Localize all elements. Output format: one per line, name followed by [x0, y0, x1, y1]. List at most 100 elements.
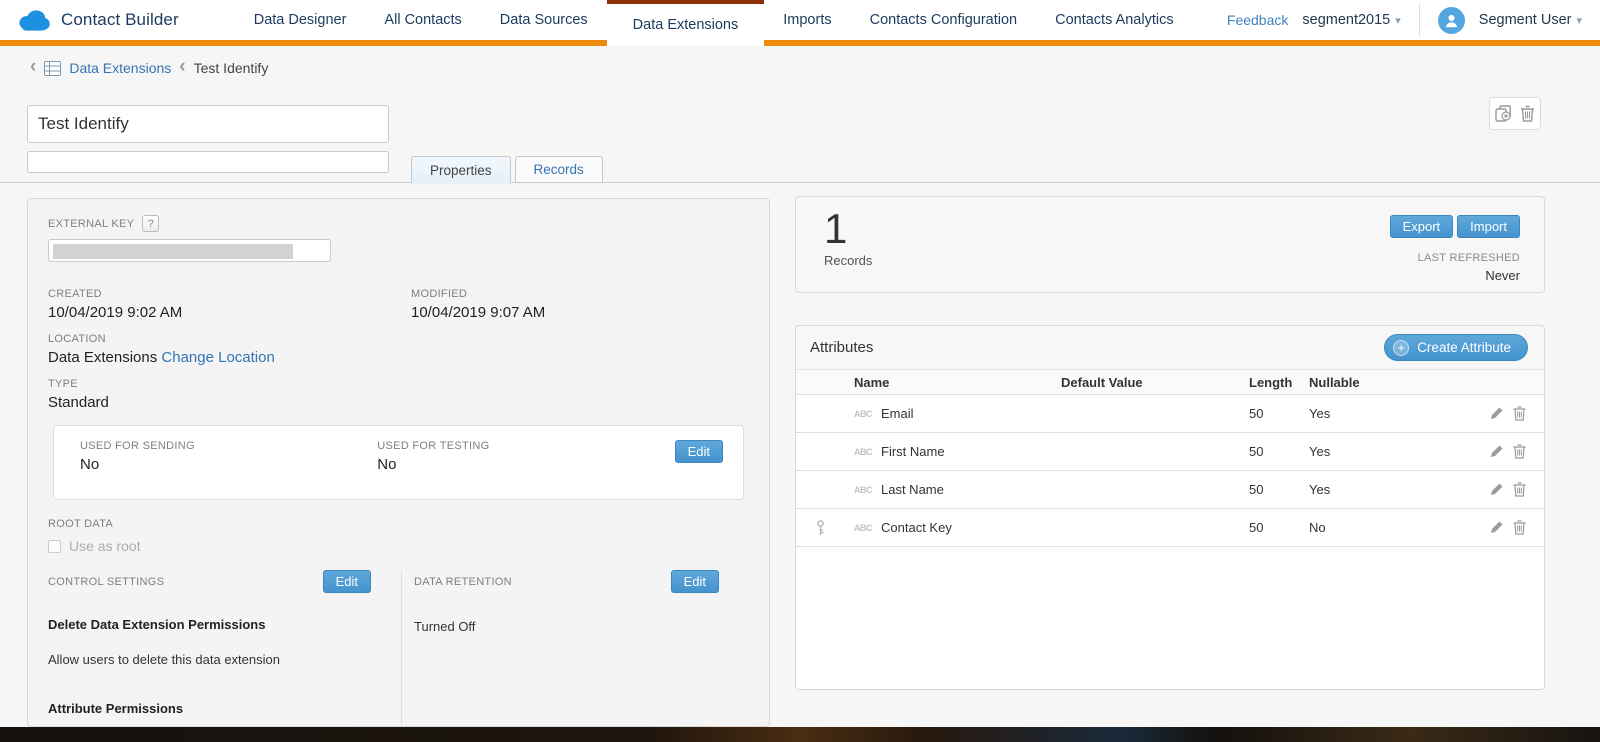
nav-item-data-sources[interactable]: Data Sources: [481, 0, 607, 40]
text-type-icon: ABC: [854, 523, 872, 533]
edit-control-settings-button[interactable]: Edit: [323, 570, 371, 593]
edit-pencil-icon[interactable]: [1490, 482, 1504, 497]
nav-accent-bar: [0, 40, 1600, 46]
column-name: Name: [854, 375, 1061, 390]
last-refreshed-label: LAST REFRESHED: [1390, 252, 1520, 264]
user-icon: [1443, 12, 1460, 29]
attribute-name: Email: [881, 406, 914, 421]
help-icon[interactable]: ?: [142, 215, 159, 232]
nav-item-data-extensions[interactable]: Data Extensions: [607, 0, 765, 46]
external-key-label: EXTERNAL KEY: [48, 218, 134, 230]
used-for-sending-value: No: [80, 456, 377, 473]
chevron-down-icon: ▾: [1395, 14, 1401, 27]
edit-pencil-icon[interactable]: [1490, 520, 1504, 535]
delete-trash-icon[interactable]: [1513, 406, 1526, 421]
control-settings-label: CONTROL SETTINGS: [48, 576, 164, 588]
feedback-link[interactable]: Feedback: [1227, 12, 1288, 28]
top-nav: Contact Builder Data Designer All Contac…: [0, 0, 1600, 46]
use-as-root-checkbox[interactable]: [48, 540, 61, 553]
nav-right-cluster: Feedback segment2015 ▾ Segment User ▾: [1227, 0, 1600, 40]
attribute-nullable: Yes: [1309, 444, 1379, 459]
attribute-name: Contact Key: [881, 520, 952, 535]
nav-item-contacts-analytics[interactable]: Contacts Analytics: [1036, 0, 1192, 40]
sending-settings-card: USED FOR SENDING No USED FOR TESTING No …: [53, 425, 744, 500]
copy-icon[interactable]: [1495, 105, 1512, 122]
attribute-length: 50: [1249, 520, 1309, 535]
table-row: ABC Email 50 Yes: [796, 395, 1544, 433]
table-row: ABC Contact Key 50 No: [796, 509, 1544, 547]
user-name: Segment User: [1479, 12, 1572, 28]
export-button[interactable]: Export: [1390, 215, 1454, 238]
edit-pencil-icon[interactable]: [1490, 406, 1504, 421]
redacted-value: [53, 244, 293, 259]
table-empty-area: [796, 547, 1544, 689]
edit-data-retention-button[interactable]: Edit: [671, 570, 719, 593]
nav-item-data-designer[interactable]: Data Designer: [235, 0, 366, 40]
text-type-icon: ABC: [854, 485, 872, 495]
avatar[interactable]: [1438, 7, 1465, 34]
change-location-link[interactable]: Change Location: [161, 349, 274, 366]
cloud-logo-icon: [16, 8, 52, 33]
plus-icon: +: [1393, 340, 1409, 356]
type-value: Standard: [48, 394, 749, 411]
nav-item-all-contacts[interactable]: All Contacts: [365, 0, 480, 40]
breadcrumb-data-extensions-link[interactable]: Data Extensions: [69, 60, 171, 76]
app-brand[interactable]: Contact Builder: [0, 0, 189, 40]
attribute-length: 50: [1249, 444, 1309, 459]
chevron-down-icon: ▾: [1576, 14, 1582, 27]
extension-name-input[interactable]: [27, 105, 389, 143]
created-label: CREATED: [48, 288, 411, 300]
extension-description-input[interactable]: [27, 151, 389, 173]
text-type-icon: ABC: [854, 409, 872, 419]
edit-sending-button[interactable]: Edit: [675, 440, 723, 463]
attributes-table: Name Default Value Length Nullable ABC E…: [796, 369, 1544, 689]
attribute-nullable: Yes: [1309, 406, 1379, 421]
tab-records[interactable]: Records: [515, 156, 603, 183]
column-nullable: Nullable: [1309, 375, 1379, 390]
attribute-length: 50: [1249, 482, 1309, 497]
nav-divider: [1419, 4, 1420, 36]
user-menu[interactable]: Segment User ▾: [1479, 12, 1582, 28]
desktop-edge-strip: [0, 727, 1600, 742]
attribute-nullable: Yes: [1309, 482, 1379, 497]
table-row: ABC Last Name 50 Yes: [796, 471, 1544, 509]
last-refreshed-value: Never: [1390, 268, 1520, 283]
attributes-panel: Attributes + Create Attribute Name Defau…: [795, 325, 1545, 690]
delete-trash-icon[interactable]: [1513, 444, 1526, 459]
breadcrumb-separator-icon: ‹: [179, 60, 185, 74]
detail-tabs: Properties Records: [411, 156, 603, 184]
breadcrumb-current: Test Identify: [194, 60, 269, 76]
breadcrumb: ‹ Data Extensions ‹ Test Identify: [30, 60, 268, 76]
text-type-icon: ABC: [854, 447, 872, 457]
external-key-field[interactable]: [48, 239, 331, 262]
location-value: Data Extensions: [48, 349, 157, 366]
delete-permissions-desc: Allow users to delete this data extensio…: [48, 652, 401, 667]
column-default-value: Default Value: [1061, 375, 1249, 390]
edit-pencil-icon[interactable]: [1490, 444, 1504, 459]
create-attribute-button[interactable]: + Create Attribute: [1384, 334, 1528, 361]
column-length: Length: [1249, 375, 1309, 390]
permissions-section: CONTROL SETTINGS Edit Delete Data Extens…: [28, 570, 769, 727]
back-chevron-icon[interactable]: ‹: [30, 60, 36, 74]
import-button[interactable]: Import: [1457, 215, 1520, 238]
type-label: TYPE: [48, 378, 749, 390]
used-for-sending-label: USED FOR SENDING: [80, 440, 377, 452]
delete-permissions-title: Delete Data Extension Permissions: [48, 617, 401, 632]
account-menu[interactable]: segment2015 ▾: [1302, 12, 1400, 28]
delete-trash-icon[interactable]: [1513, 520, 1526, 535]
nav-item-imports[interactable]: Imports: [764, 0, 850, 40]
tab-properties[interactable]: Properties: [411, 156, 511, 184]
location-label: LOCATION: [48, 333, 749, 345]
root-data-label: ROOT DATA: [48, 518, 749, 530]
tab-underline: [0, 182, 1600, 183]
attributes-title: Attributes: [810, 339, 873, 356]
records-summary-panel: 1 Records Export Import LAST REFRESHED N…: [795, 196, 1545, 293]
created-value: 10/04/2019 9:02 AM: [48, 304, 411, 321]
delete-icon[interactable]: [1520, 105, 1535, 122]
nav-item-contacts-configuration[interactable]: Contacts Configuration: [851, 0, 1037, 40]
delete-trash-icon[interactable]: [1513, 482, 1526, 497]
used-for-testing-value: No: [377, 456, 674, 473]
table-header-row: Name Default Value Length Nullable: [796, 370, 1544, 395]
primary-key-icon: [814, 520, 854, 536]
properties-panel: EXTERNAL KEY ? CREATED 10/04/2019 9:02 A…: [27, 198, 770, 727]
